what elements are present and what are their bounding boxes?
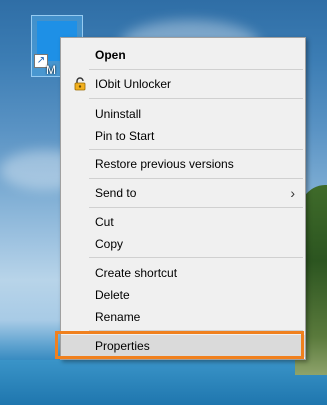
menu-separator	[89, 69, 303, 70]
menu-item-send-to[interactable]: Send to ›	[61, 182, 305, 204]
menu-item-label: Restore previous versions	[95, 157, 234, 171]
menu-separator	[89, 207, 303, 208]
menu-item-label: Copy	[95, 237, 124, 251]
menu-item-label: Cut	[95, 215, 114, 229]
chevron-right-icon: ›	[290, 185, 295, 201]
menu-item-iobit-unlocker[interactable]: IObit Unlocker	[61, 73, 305, 95]
menu-item-pin-to-start[interactable]: Pin to Start	[61, 125, 305, 147]
menu-item-label: Uninstall	[95, 107, 142, 121]
menu-item-rename[interactable]: Rename	[61, 306, 305, 328]
menu-item-label: IObit Unlocker	[95, 77, 172, 91]
menu-separator	[89, 257, 303, 258]
menu-item-create-shortcut[interactable]: Create shortcut	[61, 262, 305, 284]
menu-item-label: Send to	[95, 186, 137, 200]
desktop-icon-label: M	[46, 63, 56, 77]
menu-separator	[89, 149, 303, 150]
menu-item-restore-previous-versions[interactable]: Restore previous versions	[61, 153, 305, 175]
context-menu: Open IObit Unlocker Uninstall Pin to Sta…	[60, 37, 306, 360]
menu-item-open[interactable]: Open	[61, 44, 305, 66]
menu-item-label: Pin to Start	[95, 129, 155, 143]
menu-item-label: Open	[95, 48, 126, 62]
iobit-unlocker-icon	[74, 77, 86, 91]
menu-item-label: Rename	[95, 310, 141, 324]
menu-separator	[89, 98, 303, 99]
menu-item-cut[interactable]: Cut	[61, 211, 305, 233]
menu-separator	[89, 178, 303, 179]
menu-item-delete[interactable]: Delete	[61, 284, 305, 306]
sea	[0, 360, 327, 405]
menu-item-label: Create shortcut	[95, 266, 178, 280]
menu-item-uninstall[interactable]: Uninstall	[61, 103, 305, 125]
properties-highlight-box	[55, 331, 304, 359]
menu-item-label: Delete	[95, 288, 130, 302]
menu-item-copy[interactable]: Copy	[61, 233, 305, 255]
